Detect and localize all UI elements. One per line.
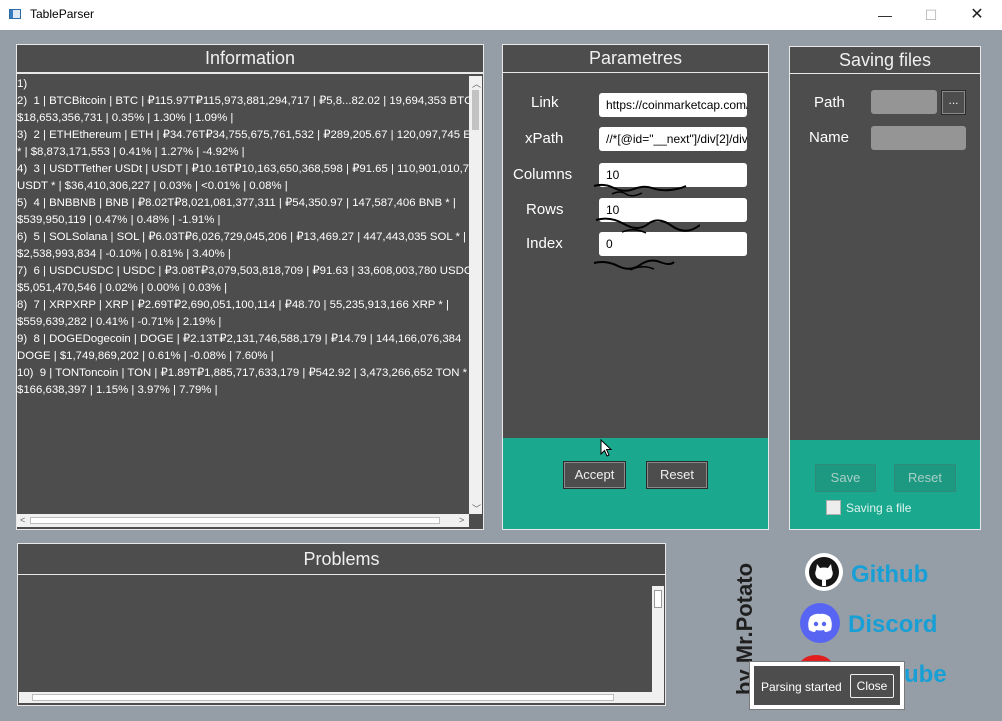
youtube-link[interactable]: ube — [904, 661, 947, 689]
problems-panel — [17, 575, 666, 706]
rows-label: Rows — [526, 201, 564, 218]
scroll-up-arrow-icon[interactable]: ︿ — [472, 77, 481, 90]
information-line: 4) 3 | USDTTether USDt | USDT | ₽10.16T₽… — [17, 163, 469, 175]
information-line: * | $8,873,171,553 | 0.41% | 1.27% | -4.… — [17, 146, 245, 158]
columns-label: Columns — [513, 166, 573, 183]
saving-reset-button[interactable]: Reset — [894, 464, 956, 492]
information-line: 3) 2 | ETHEthereum | ETH | ₽34.76T₽34,75… — [17, 129, 469, 141]
scribble-annotation — [593, 183, 700, 271]
name-input[interactable] — [871, 126, 966, 150]
parameters-header: Parametres — [502, 44, 769, 73]
scroll-thumb[interactable] — [472, 90, 479, 130]
browse-button[interactable]: ... — [941, 90, 966, 115]
information-line: 9) 8 | DOGEDogecoin | DOGE | ₽2.13T₽2,13… — [17, 333, 462, 345]
toast-message: Parsing started — [761, 680, 842, 694]
information-line: DOGE | $1,749,869,202 | 0.61% | -0.08% |… — [17, 350, 274, 362]
title-bar: TableParser — ☐ ✕ — [0, 0, 1002, 30]
toast-close-button[interactable]: Close — [850, 674, 894, 698]
path-label: Path — [814, 94, 845, 111]
scroll-thumb-horizontal[interactable] — [32, 694, 614, 701]
save-button[interactable]: Save — [815, 464, 876, 492]
app-icon — [9, 9, 21, 19]
information-line: $559,639,282 | 0.41% | -0.71% | 2.19% | — [17, 316, 222, 328]
problems-horizontal-scrollbar[interactable] — [19, 692, 664, 703]
xpath-label: xPath — [525, 130, 564, 147]
close-button[interactable]: ✕ — [954, 0, 1000, 30]
information-line: $166,638,397 | 1.15% | 3.97% | 7.79% | — [17, 384, 218, 396]
scroll-thumb-horizontal[interactable] — [30, 517, 440, 524]
link-label: Link — [531, 94, 559, 111]
discord-link[interactable]: Discord — [848, 611, 937, 639]
information-line: USDT * | $36,410,306,227 | 0.03% | <0.01… — [17, 180, 288, 192]
link-input[interactable]: https://coinmarketcap.com/ — [599, 93, 747, 117]
github-icon[interactable] — [804, 552, 844, 592]
scroll-left-arrow-icon[interactable]: < — [20, 515, 25, 525]
notification-toast: Parsing started Close — [749, 661, 905, 710]
information-line: 7) 6 | USDCUSDC | USDC | ₽3.08T₽3,079,50… — [17, 265, 469, 277]
mouse-cursor-icon — [600, 439, 613, 457]
information-text[interactable]: 1) 2) 1 | BTCBitcoin | BTC | ₽115.97T₽115… — [17, 76, 469, 512]
window-title: TableParser — [30, 7, 95, 21]
scroll-down-arrow-icon[interactable]: ﹀ — [472, 502, 481, 515]
discord-icon[interactable] — [800, 603, 840, 643]
problems-vertical-scrollbar[interactable] — [652, 586, 664, 692]
scroll-right-arrow-icon[interactable]: > — [459, 515, 464, 525]
saving-header: Saving files — [789, 46, 981, 74]
parameters-reset-button[interactable]: Reset — [646, 461, 708, 489]
information-line: 6) 5 | SOLSolana | SOL | ₽6.03T₽6,026,72… — [17, 231, 467, 243]
scroll-thumb[interactable] — [654, 590, 662, 608]
name-label: Name — [809, 129, 850, 146]
path-input[interactable] — [871, 90, 937, 114]
information-line: 2) 1 | BTCBitcoin | BTC | ₽115.97T₽115,9… — [17, 95, 469, 107]
information-horizontal-scrollbar[interactable]: < > — [17, 514, 469, 527]
minimize-button[interactable]: — — [862, 0, 908, 30]
information-vertical-scrollbar[interactable]: ︿ ﹀ — [469, 76, 482, 514]
maximize-button[interactable]: ☐ — [908, 0, 954, 30]
problems-header: Problems — [17, 543, 666, 575]
information-line: 10) 9 | TONToncoin | TON | ₽1.89T₽1,885,… — [17, 367, 468, 379]
information-line: $539,950,119 | 0.47% | 0.48% | -1.91% | — [17, 214, 221, 226]
information-line: $5,051,470,546 | 0.02% | 0.00% | 0.03% | — [17, 282, 228, 294]
information-line: 1) — [17, 78, 28, 90]
index-label: Index — [526, 235, 563, 252]
parameters-actions-area — [502, 438, 769, 530]
github-link[interactable]: Github — [851, 561, 928, 589]
information-line: $2,538,993,834 | -0.10% | 0.81% | 3.40% … — [17, 248, 231, 260]
information-line: 5) 4 | BNBBNB | BNB | ₽8.02T₽8,021,081,3… — [17, 197, 456, 209]
information-line: 8) 7 | XRPXRP | XRP | ₽2.69T₽2,690,051,1… — [17, 299, 449, 311]
accept-button[interactable]: Accept — [563, 461, 626, 489]
saving-file-label: Saving a file — [846, 501, 912, 515]
saving-file-checkbox[interactable] — [826, 500, 841, 515]
information-header: Information — [16, 44, 484, 73]
xpath-input[interactable]: //*[@id="__next"]/div[2]/div — [599, 127, 747, 151]
information-line: $18,653,356,731 | 0.35% | 1.30% | 1.09% … — [17, 112, 234, 124]
